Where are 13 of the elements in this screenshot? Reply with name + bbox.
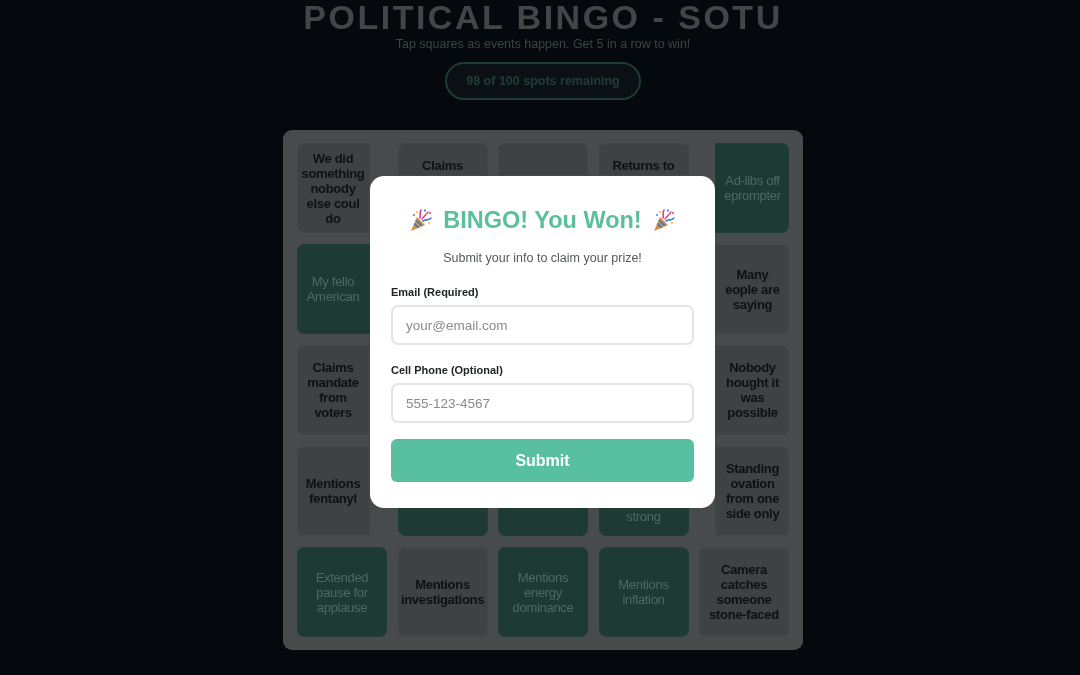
- instructions-text: Tap squares as events happen. Get 5 in a row to win!: [395, 36, 691, 52]
- dialog-message: Submit your info to claim your prize!: [442, 250, 643, 267]
- page-title: POLITICAL BINGO - SOTU: [303, 0, 783, 34]
- dialog-title: BINGO! You Won!: [443, 206, 642, 234]
- field-label: Email (Required): [391, 285, 479, 300]
- input-field[interactable]: your@email.com: [391, 305, 694, 345]
- bingo-square[interactable]: [498, 507, 588, 536]
- submit-button[interactable]: Submit: [391, 439, 694, 482]
- field-label: Cell Phone (Optional): [391, 363, 503, 378]
- party-popper-icon: [409, 208, 434, 232]
- bingo-square[interactable]: [397, 507, 488, 536]
- input-field[interactable]: 555-123-4567: [391, 383, 694, 423]
- party-popper-icon: [651, 208, 676, 232]
